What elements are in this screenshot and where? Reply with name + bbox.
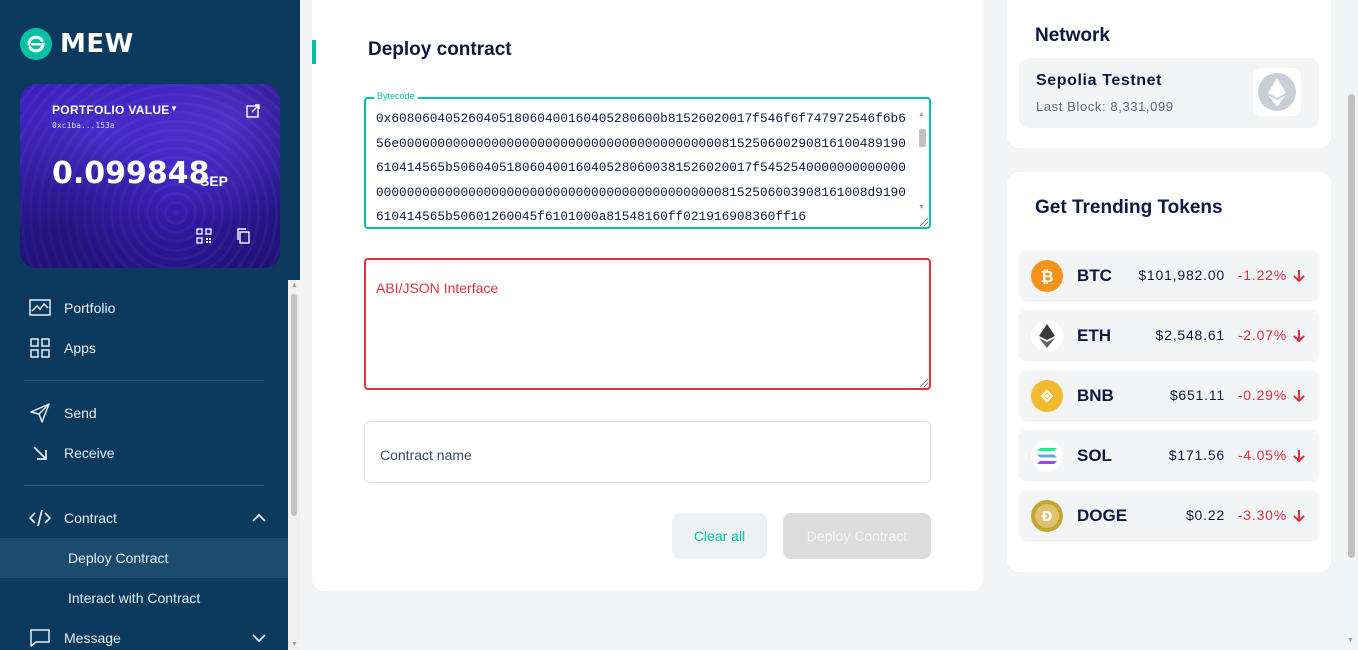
bytecode-textarea[interactable]: 0x6080604052604051806040016040528060​0b8… (376, 107, 906, 225)
svg-text:₿: ₿ (1040, 267, 1053, 286)
contract-name-placeholder: Contract name (380, 447, 472, 463)
bytecode-field[interactable]: Bytecode 0x60806040526040518060400160405… (364, 91, 931, 229)
arrow-down-icon (1293, 510, 1305, 523)
token-symbol: ETH (1077, 326, 1111, 345)
page-scrollbar-thumb[interactable] (1348, 94, 1355, 558)
token-symbol: DOGE (1077, 506, 1128, 525)
nav-interact-contract[interactable]: Interact with Contract (0, 578, 288, 618)
trending-tokens-card: Get Trending Tokens ₿ BTC $101,982.00 -1… (1007, 172, 1331, 572)
copy-icon[interactable] (235, 228, 251, 244)
svg-text:Ð: Ð (1042, 510, 1053, 525)
chevron-down-icon[interactable] (252, 631, 266, 645)
token-row[interactable]: ETH $2,548.61 -2.07% (1019, 310, 1319, 360)
solana-icon (1031, 440, 1063, 472)
network-selector[interactable]: Sepolia Testnet Last Block: 8,331,099 (1019, 58, 1319, 128)
chart-icon (29, 297, 51, 319)
token-symbol: BNB (1077, 386, 1114, 405)
deploy-contract-card: Deploy contract Bytecode 0x6080604052604… (312, 0, 983, 591)
qr-code-icon[interactable] (196, 228, 212, 244)
arrow-down-icon (1293, 270, 1305, 283)
token-row[interactable]: SOL $171.56 -4.05% (1019, 430, 1319, 480)
portfolio-card: PORTFOLIO VALUE ▼ 0xc1ba...153a 0.099848… (20, 84, 280, 268)
nav-contract[interactable]: Contract (0, 498, 288, 538)
arrow-down-icon (1293, 390, 1305, 403)
nav-receive-label: Receive (64, 445, 115, 461)
token-symbol: BTC (1077, 266, 1112, 285)
arrow-down-icon (1293, 330, 1305, 343)
network-card: Network Sepolia Testnet Last Block: 8,33… (1007, 0, 1331, 148)
mew-logo-icon (20, 28, 52, 60)
abi-json-field[interactable]: ABI/JSON Interface (364, 258, 931, 390)
token-change: -3.30% (1237, 507, 1287, 523)
nav-deploy-contract[interactable]: Deploy Contract (0, 538, 288, 578)
page-title: Deploy contract (368, 39, 512, 60)
contract-name-input[interactable]: Contract name (364, 421, 931, 483)
nav-send-label: Send (64, 405, 97, 421)
token-price: $651.11 (1169, 387, 1225, 403)
token-symbol: SOL (1077, 446, 1112, 465)
ethereum-network-icon (1253, 68, 1301, 116)
token-price: $171.56 (1168, 447, 1225, 463)
ethereum-icon (1031, 320, 1063, 352)
portfolio-value-label[interactable]: PORTFOLIO VALUE (52, 103, 170, 117)
token-change: -1.22% (1237, 267, 1287, 283)
nav-apps[interactable]: Apps (0, 328, 288, 368)
trending-title: Get Trending Tokens (1035, 197, 1223, 218)
bytecode-scrollbar[interactable]: ▲ ▼ (916, 111, 928, 211)
resize-handle[interactable] (920, 379, 928, 387)
chevron-up-icon[interactable] (252, 511, 266, 525)
network-title: Network (1035, 25, 1110, 46)
token-row[interactable]: Ð DOGE $0.22 -3.30% (1019, 490, 1319, 540)
wallet-address: 0xc1ba...153a (52, 121, 115, 130)
token-price: $2,548.61 (1155, 327, 1225, 343)
nav-receive[interactable]: Receive (0, 433, 288, 473)
nav-portfolio-label: Portfolio (64, 300, 116, 316)
dogecoin-icon: Ð (1031, 500, 1063, 532)
sidebar: MEW PORTFOLIO VALUE ▼ 0xc1ba...153a 0.09… (0, 0, 300, 650)
sidebar-scrollbar[interactable]: ▲ ▼ (288, 280, 300, 650)
bitcoin-icon: ₿ (1031, 260, 1063, 292)
nav-message-label: Message (64, 630, 121, 646)
code-icon (29, 507, 51, 529)
external-link-icon[interactable] (246, 104, 260, 118)
resize-handle[interactable] (920, 218, 928, 226)
arrow-down-icon (1293, 450, 1305, 463)
nav-divider (24, 485, 264, 486)
portfolio-amount: 0.099848 (52, 156, 210, 191)
network-name: Sepolia Testnet (1036, 72, 1163, 89)
token-change: -0.29% (1237, 387, 1287, 403)
abi-json-placeholder: ABI/JSON Interface (376, 280, 499, 296)
token-row[interactable]: ₿ BTC $101,982.00 -1.22% (1019, 250, 1319, 300)
clear-all-button[interactable]: Clear all (672, 513, 767, 559)
nav-portfolio[interactable]: Portfolio (0, 288, 288, 328)
page-scrollbar[interactable]: ▼ (1344, 0, 1358, 650)
grid-icon (29, 337, 51, 359)
token-price: $0.22 (1185, 507, 1225, 523)
receive-arrow-icon (29, 442, 51, 464)
mew-logo[interactable]: MEW (20, 28, 134, 60)
last-block: Last Block: 8,331,099 (1036, 99, 1174, 114)
token-change: -2.07% (1237, 327, 1287, 343)
nav-divider (24, 380, 264, 381)
nav-message[interactable]: Message (0, 618, 288, 650)
nav-contract-label: Contract (64, 510, 117, 526)
bytecode-label: Bytecode (374, 91, 418, 101)
token-price: $101,982.00 (1138, 267, 1225, 283)
nav-apps-label: Apps (64, 340, 96, 356)
nav-deploy-contract-label: Deploy Contract (68, 550, 169, 566)
portfolio-unit: SEP (200, 173, 229, 189)
caret-down-icon[interactable]: ▼ (170, 104, 178, 113)
nav-interact-contract-label: Interact with Contract (68, 590, 201, 606)
deploy-contract-button[interactable]: Deploy Contract (783, 513, 931, 559)
message-icon (29, 627, 51, 649)
bnb-icon (1031, 380, 1063, 412)
title-accent-bar (312, 40, 316, 64)
nav-send[interactable]: Send (0, 393, 288, 433)
token-row[interactable]: BNB $651.11 -0.29% (1019, 370, 1319, 420)
token-change: -4.05% (1237, 447, 1287, 463)
brand-name: MEW (60, 29, 134, 59)
send-icon (29, 402, 51, 424)
sidebar-scrollbar-thumb[interactable] (291, 294, 297, 516)
